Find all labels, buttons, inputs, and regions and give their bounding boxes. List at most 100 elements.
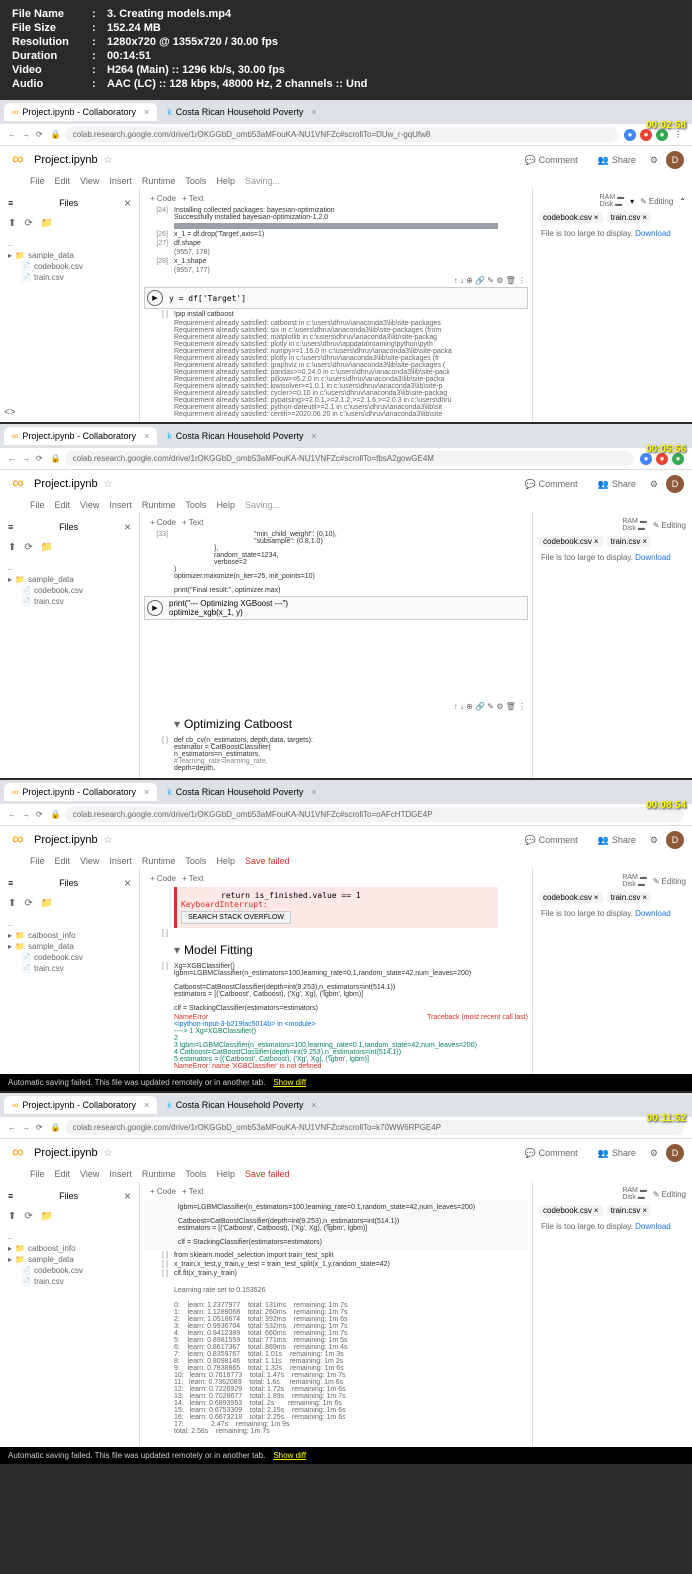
colab-logo-icon[interactable]: ∞ xyxy=(8,474,28,494)
sidebar-item[interactable]: 📄train.csv xyxy=(8,596,131,607)
url-input[interactable]: colab.research.google.com/drive/1rOKGGbD… xyxy=(65,1120,684,1135)
menu-file[interactable]: File xyxy=(30,856,45,866)
menu-insert[interactable]: Insert xyxy=(109,500,132,510)
close-icon[interactable]: × xyxy=(311,431,316,441)
menu-tools[interactable]: Tools xyxy=(185,1169,206,1179)
file-tab[interactable]: codebook.csv × xyxy=(539,212,603,223)
star-icon[interactable]: ☆ xyxy=(104,835,113,846)
code-cell[interactable]: !pip install catboost xyxy=(174,311,528,318)
mount-icon[interactable]: 📁 xyxy=(41,218,53,229)
close-icon[interactable]: × xyxy=(311,787,316,797)
star-icon[interactable]: ☆ xyxy=(104,479,113,490)
menu-tools[interactable]: Tools xyxy=(185,856,206,866)
code-cell[interactable]: lgbm=LGBMClassifier(n_estimators=100,lea… xyxy=(148,1204,524,1246)
tab-colab[interactable]: ∞Project.ipynb - Collaboratory× xyxy=(4,103,157,121)
add-text-button[interactable]: + Text xyxy=(182,194,203,203)
show-diff-link[interactable]: Show diff xyxy=(273,1078,306,1087)
share-button[interactable]: 👥 Share xyxy=(592,153,642,168)
code-cell[interactable]: "min_child_weight": (0,10), "subsample":… xyxy=(174,531,528,594)
sidebar-item[interactable]: ▸📁sample_data xyxy=(8,1254,131,1265)
sidebar-item[interactable]: ▸📁sample_data xyxy=(8,941,131,952)
tab-colab[interactable]: ∞Project.ipynb - Collaboratory× xyxy=(4,783,157,801)
menu-view[interactable]: View xyxy=(80,176,99,186)
code-input[interactable]: y = df['Target'] xyxy=(169,294,246,303)
close-icon[interactable]: × xyxy=(124,1189,131,1203)
close-icon[interactable]: × xyxy=(144,107,149,117)
mount-icon[interactable]: 📁 xyxy=(41,542,53,553)
back-icon[interactable]: ← xyxy=(8,810,16,819)
gear-icon[interactable]: ⚙ xyxy=(650,479,658,490)
menu-runtime[interactable]: Runtime xyxy=(142,176,176,186)
close-icon[interactable]: × xyxy=(311,1100,316,1110)
parent-dir[interactable]: .. xyxy=(8,1230,131,1243)
notebook-title[interactable]: Project.ipynb xyxy=(34,154,98,166)
download-link[interactable]: Download xyxy=(635,909,671,918)
menu-help[interactable]: Help xyxy=(216,176,235,186)
code-cell[interactable]: x_1 = df.drop('Target',axis=1) xyxy=(174,231,528,238)
parent-dir[interactable]: .. xyxy=(8,561,131,574)
ram-indicator[interactable]: RAM ▬Disk ▬ xyxy=(622,1187,647,1201)
dropdown-icon[interactable]: ▾ xyxy=(630,197,634,206)
colab-logo-icon[interactable]: ∞ xyxy=(8,830,28,850)
share-button[interactable]: 👥 Share xyxy=(592,833,642,848)
url-input[interactable]: colab.research.google.com/drive/1rOKGGbD… xyxy=(65,451,634,466)
tab-kaggle[interactable]: kCosta Rican Household Poverty× xyxy=(159,783,324,801)
code-icon[interactable]: <> xyxy=(4,407,16,418)
menu-runtime[interactable]: Runtime xyxy=(142,1169,176,1179)
sidebar-item[interactable]: ▸📁sample_data xyxy=(8,574,131,585)
add-code-button[interactable]: + Code xyxy=(150,874,176,883)
code-cell[interactable]: df.shape xyxy=(174,240,528,247)
file-tab[interactable]: codebook.csv × xyxy=(539,892,603,903)
star-icon[interactable]: ☆ xyxy=(104,155,113,166)
file-tab[interactable]: train.csv × xyxy=(607,892,651,903)
add-code-button[interactable]: + Code xyxy=(150,518,176,527)
reload-icon[interactable]: ⟳ xyxy=(36,454,43,463)
refresh-icon[interactable]: ⟳ xyxy=(24,542,32,553)
file-tab[interactable]: codebook.csv × xyxy=(539,1205,603,1216)
upload-icon[interactable]: ⬆ xyxy=(8,218,16,229)
avatar[interactable]: D xyxy=(666,475,684,493)
comment-button[interactable]: 💬 Comment xyxy=(518,1146,583,1161)
sidebar-item[interactable]: 📄train.csv xyxy=(8,1276,131,1287)
refresh-icon[interactable]: ⟳ xyxy=(24,218,32,229)
gear-icon[interactable]: ⚙ xyxy=(650,835,658,846)
menu-insert[interactable]: Insert xyxy=(109,1169,132,1179)
editing-button[interactable]: ✎ Editing xyxy=(653,521,686,530)
sidebar-item[interactable]: 📄train.csv xyxy=(8,272,131,283)
ext-icon[interactable]: ● xyxy=(624,129,636,141)
code-cell[interactable]: clf.fit(x_train,y_train) xyxy=(174,1270,528,1277)
url-input[interactable]: colab.research.google.com/drive/1rOKGGbD… xyxy=(65,127,618,142)
close-icon[interactable]: × xyxy=(124,196,131,210)
sidebar-item[interactable]: ▸📁sample_data xyxy=(8,250,131,261)
close-icon[interactable]: × xyxy=(124,520,131,534)
notebook-title[interactable]: Project.ipynb xyxy=(34,834,98,846)
back-icon[interactable]: ← xyxy=(8,454,16,463)
upload-icon[interactable]: ⬆ xyxy=(8,898,16,909)
collapse-icon[interactable]: ▾ xyxy=(174,943,180,957)
sidebar-item[interactable]: ▸📁catboost_info xyxy=(8,930,131,941)
tab-kaggle[interactable]: kCosta Rican Household Poverty× xyxy=(159,1096,324,1114)
tab-kaggle[interactable]: kCosta Rican Household Poverty× xyxy=(159,103,324,121)
parent-dir[interactable]: .. xyxy=(8,237,131,250)
file-tab[interactable]: codebook.csv × xyxy=(539,536,603,547)
menu-file[interactable]: File xyxy=(30,1169,45,1179)
active-cell[interactable]: ▶print("--- Optimizing XGBoost ---")opti… xyxy=(144,596,528,620)
menu-file[interactable]: File xyxy=(30,500,45,510)
search-stackoverflow-button[interactable]: SEARCH STACK OVERFLOW xyxy=(181,911,291,924)
add-text-button[interactable]: + Text xyxy=(182,1187,203,1196)
comment-button[interactable]: 💬 Comment xyxy=(518,153,583,168)
avatar[interactable]: D xyxy=(666,1144,684,1162)
ram-indicator[interactable]: RAM ▬Disk ▬ xyxy=(600,194,625,208)
sidebar-item[interactable]: 📄codebook.csv xyxy=(8,1265,131,1276)
menu-insert[interactable]: Insert xyxy=(109,176,132,186)
close-icon[interactable]: × xyxy=(144,431,149,441)
star-icon[interactable]: ☆ xyxy=(104,1148,113,1159)
code-cell[interactable]: from sklearn.model_selection import trai… xyxy=(174,1252,528,1259)
menu-icon[interactable]: ≡ xyxy=(8,522,13,532)
menu-runtime[interactable]: Runtime xyxy=(142,856,176,866)
download-link[interactable]: Download xyxy=(635,1222,671,1231)
upload-icon[interactable]: ⬆ xyxy=(8,1211,16,1222)
colab-logo-icon[interactable]: ∞ xyxy=(8,1143,28,1163)
parent-dir[interactable]: .. xyxy=(8,917,131,930)
avatar[interactable]: D xyxy=(666,151,684,169)
